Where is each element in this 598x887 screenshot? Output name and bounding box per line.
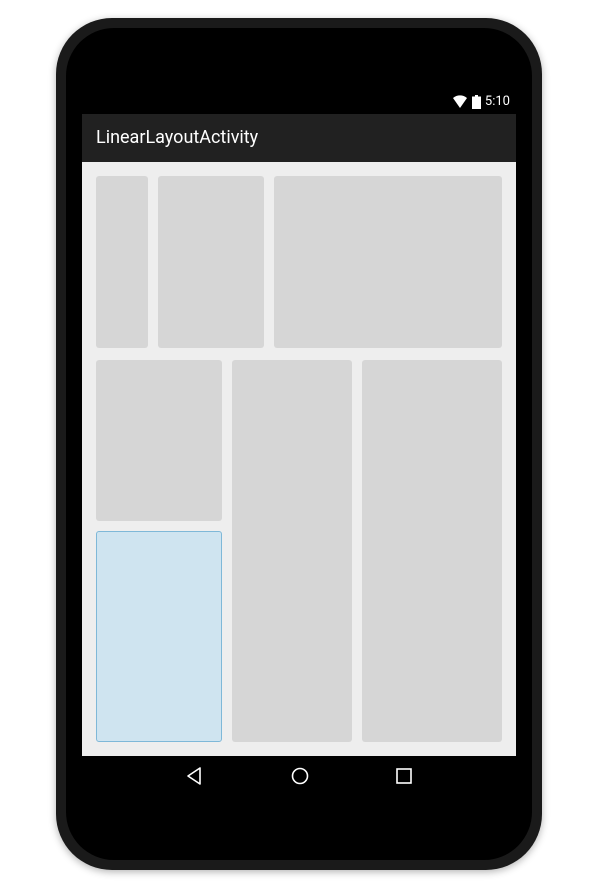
layout-row-1 <box>96 176 502 348</box>
phone-frame: 5:10 LinearLayoutActivity <box>56 18 542 870</box>
layout-block[interactable] <box>362 360 502 742</box>
app-bar: LinearLayoutActivity <box>82 114 516 162</box>
layout-column <box>96 360 222 742</box>
back-icon[interactable] <box>185 766 205 786</box>
layout-content <box>82 162 516 756</box>
app-title: LinearLayoutActivity <box>96 127 258 148</box>
layout-block[interactable] <box>158 176 264 348</box>
layout-block[interactable] <box>96 360 222 522</box>
screen: 5:10 LinearLayoutActivity <box>82 90 516 796</box>
battery-icon <box>472 95 481 109</box>
wifi-icon <box>452 95 468 109</box>
status-time: 5:10 <box>485 94 510 109</box>
recents-icon[interactable] <box>395 767 413 785</box>
phone-bezel: 5:10 LinearLayoutActivity <box>66 28 532 860</box>
navigation-bar <box>82 756 516 796</box>
status-bar: 5:10 <box>82 90 516 114</box>
layout-block-selected[interactable] <box>96 531 222 741</box>
home-icon[interactable] <box>290 766 310 786</box>
layout-row-2 <box>96 360 502 742</box>
layout-block[interactable] <box>232 360 352 742</box>
layout-block[interactable] <box>96 176 148 348</box>
layout-block[interactable] <box>274 176 502 348</box>
